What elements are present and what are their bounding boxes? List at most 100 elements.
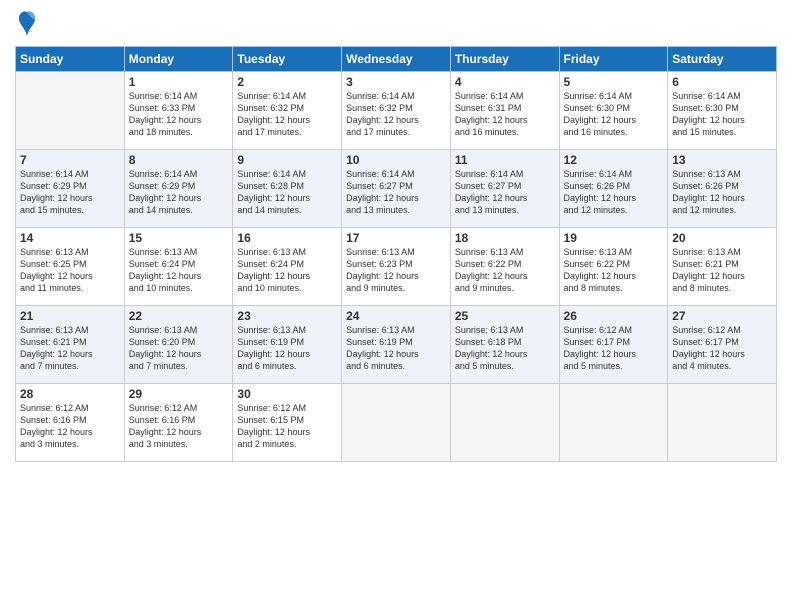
day-number: 17 <box>346 231 446 245</box>
calendar-cell <box>16 72 125 150</box>
day-number: 25 <box>455 309 555 323</box>
calendar-cell: 29Sunrise: 6:12 AM Sunset: 6:16 PM Dayli… <box>124 384 233 462</box>
day-info: Sunrise: 6:14 AM Sunset: 6:27 PM Dayligh… <box>455 168 555 217</box>
day-number: 1 <box>129 75 229 89</box>
calendar-cell: 21Sunrise: 6:13 AM Sunset: 6:21 PM Dayli… <box>16 306 125 384</box>
calendar-cell: 5Sunrise: 6:14 AM Sunset: 6:30 PM Daylig… <box>559 72 668 150</box>
calendar-cell: 25Sunrise: 6:13 AM Sunset: 6:18 PM Dayli… <box>450 306 559 384</box>
calendar-cell: 28Sunrise: 6:12 AM Sunset: 6:16 PM Dayli… <box>16 384 125 462</box>
week-row-1: 1Sunrise: 6:14 AM Sunset: 6:33 PM Daylig… <box>16 72 777 150</box>
calendar-cell: 30Sunrise: 6:12 AM Sunset: 6:15 PM Dayli… <box>233 384 342 462</box>
day-number: 4 <box>455 75 555 89</box>
calendar-cell <box>342 384 451 462</box>
calendar-cell: 24Sunrise: 6:13 AM Sunset: 6:19 PM Dayli… <box>342 306 451 384</box>
calendar-cell: 26Sunrise: 6:12 AM Sunset: 6:17 PM Dayli… <box>559 306 668 384</box>
day-number: 19 <box>564 231 664 245</box>
day-info: Sunrise: 6:13 AM Sunset: 6:23 PM Dayligh… <box>346 246 446 295</box>
calendar-cell: 27Sunrise: 6:12 AM Sunset: 6:17 PM Dayli… <box>668 306 777 384</box>
calendar-cell: 6Sunrise: 6:14 AM Sunset: 6:30 PM Daylig… <box>668 72 777 150</box>
day-info: Sunrise: 6:14 AM Sunset: 6:29 PM Dayligh… <box>20 168 120 217</box>
day-header-saturday: Saturday <box>668 47 777 72</box>
day-number: 9 <box>237 153 337 167</box>
day-info: Sunrise: 6:13 AM Sunset: 6:22 PM Dayligh… <box>455 246 555 295</box>
day-info: Sunrise: 6:14 AM Sunset: 6:32 PM Dayligh… <box>346 90 446 139</box>
day-number: 7 <box>20 153 120 167</box>
day-number: 26 <box>564 309 664 323</box>
day-info: Sunrise: 6:14 AM Sunset: 6:28 PM Dayligh… <box>237 168 337 217</box>
day-info: Sunrise: 6:14 AM Sunset: 6:26 PM Dayligh… <box>564 168 664 217</box>
day-number: 27 <box>672 309 772 323</box>
day-info: Sunrise: 6:13 AM Sunset: 6:26 PM Dayligh… <box>672 168 772 217</box>
calendar-cell: 15Sunrise: 6:13 AM Sunset: 6:24 PM Dayli… <box>124 228 233 306</box>
calendar-cell <box>668 384 777 462</box>
day-number: 15 <box>129 231 229 245</box>
day-info: Sunrise: 6:12 AM Sunset: 6:17 PM Dayligh… <box>672 324 772 373</box>
day-info: Sunrise: 6:12 AM Sunset: 6:16 PM Dayligh… <box>129 402 229 451</box>
day-info: Sunrise: 6:13 AM Sunset: 6:22 PM Dayligh… <box>564 246 664 295</box>
day-number: 3 <box>346 75 446 89</box>
day-info: Sunrise: 6:13 AM Sunset: 6:21 PM Dayligh… <box>672 246 772 295</box>
calendar-cell: 18Sunrise: 6:13 AM Sunset: 6:22 PM Dayli… <box>450 228 559 306</box>
day-number: 20 <box>672 231 772 245</box>
day-header-sunday: Sunday <box>16 47 125 72</box>
day-number: 10 <box>346 153 446 167</box>
day-info: Sunrise: 6:14 AM Sunset: 6:30 PM Dayligh… <box>564 90 664 139</box>
day-info: Sunrise: 6:14 AM Sunset: 6:32 PM Dayligh… <box>237 90 337 139</box>
day-info: Sunrise: 6:12 AM Sunset: 6:15 PM Dayligh… <box>237 402 337 451</box>
calendar-cell: 8Sunrise: 6:14 AM Sunset: 6:29 PM Daylig… <box>124 150 233 228</box>
day-header-thursday: Thursday <box>450 47 559 72</box>
day-info: Sunrise: 6:14 AM Sunset: 6:31 PM Dayligh… <box>455 90 555 139</box>
logo-bird-icon <box>17 10 37 38</box>
calendar-cell: 10Sunrise: 6:14 AM Sunset: 6:27 PM Dayli… <box>342 150 451 228</box>
day-number: 11 <box>455 153 555 167</box>
calendar-cell: 4Sunrise: 6:14 AM Sunset: 6:31 PM Daylig… <box>450 72 559 150</box>
day-number: 23 <box>237 309 337 323</box>
day-info: Sunrise: 6:13 AM Sunset: 6:25 PM Dayligh… <box>20 246 120 295</box>
day-number: 5 <box>564 75 664 89</box>
week-row-2: 7Sunrise: 6:14 AM Sunset: 6:29 PM Daylig… <box>16 150 777 228</box>
calendar-cell: 11Sunrise: 6:14 AM Sunset: 6:27 PM Dayli… <box>450 150 559 228</box>
calendar-cell: 16Sunrise: 6:13 AM Sunset: 6:24 PM Dayli… <box>233 228 342 306</box>
day-info: Sunrise: 6:13 AM Sunset: 6:24 PM Dayligh… <box>237 246 337 295</box>
day-number: 6 <box>672 75 772 89</box>
day-info: Sunrise: 6:13 AM Sunset: 6:20 PM Dayligh… <box>129 324 229 373</box>
header-row: SundayMondayTuesdayWednesdayThursdayFrid… <box>16 47 777 72</box>
calendar-cell: 2Sunrise: 6:14 AM Sunset: 6:32 PM Daylig… <box>233 72 342 150</box>
calendar-cell: 22Sunrise: 6:13 AM Sunset: 6:20 PM Dayli… <box>124 306 233 384</box>
day-number: 13 <box>672 153 772 167</box>
calendar-cell: 17Sunrise: 6:13 AM Sunset: 6:23 PM Dayli… <box>342 228 451 306</box>
day-header-monday: Monday <box>124 47 233 72</box>
day-info: Sunrise: 6:13 AM Sunset: 6:19 PM Dayligh… <box>346 324 446 373</box>
calendar-cell: 9Sunrise: 6:14 AM Sunset: 6:28 PM Daylig… <box>233 150 342 228</box>
day-number: 16 <box>237 231 337 245</box>
calendar-cell <box>559 384 668 462</box>
week-row-3: 14Sunrise: 6:13 AM Sunset: 6:25 PM Dayli… <box>16 228 777 306</box>
calendar-cell <box>450 384 559 462</box>
day-info: Sunrise: 6:12 AM Sunset: 6:17 PM Dayligh… <box>564 324 664 373</box>
day-header-tuesday: Tuesday <box>233 47 342 72</box>
day-number: 24 <box>346 309 446 323</box>
calendar-table: SundayMondayTuesdayWednesdayThursdayFrid… <box>15 46 777 462</box>
calendar-cell: 13Sunrise: 6:13 AM Sunset: 6:26 PM Dayli… <box>668 150 777 228</box>
calendar-cell: 20Sunrise: 6:13 AM Sunset: 6:21 PM Dayli… <box>668 228 777 306</box>
calendar-cell: 12Sunrise: 6:14 AM Sunset: 6:26 PM Dayli… <box>559 150 668 228</box>
day-number: 28 <box>20 387 120 401</box>
calendar-cell: 3Sunrise: 6:14 AM Sunset: 6:32 PM Daylig… <box>342 72 451 150</box>
day-info: Sunrise: 6:13 AM Sunset: 6:24 PM Dayligh… <box>129 246 229 295</box>
day-number: 14 <box>20 231 120 245</box>
calendar-cell: 7Sunrise: 6:14 AM Sunset: 6:29 PM Daylig… <box>16 150 125 228</box>
day-info: Sunrise: 6:14 AM Sunset: 6:33 PM Dayligh… <box>129 90 229 139</box>
day-header-friday: Friday <box>559 47 668 72</box>
calendar-cell: 23Sunrise: 6:13 AM Sunset: 6:19 PM Dayli… <box>233 306 342 384</box>
day-number: 12 <box>564 153 664 167</box>
day-info: Sunrise: 6:13 AM Sunset: 6:21 PM Dayligh… <box>20 324 120 373</box>
week-row-5: 28 Sunrise: 6:12 AM Sunset: 6:16 PM Dayli… <box>16 384 777 462</box>
day-number: 8 <box>129 153 229 167</box>
calendar-cell: 19Sunrise: 6:13 AM Sunset: 6:22 PM Dayli… <box>559 228 668 306</box>
day-info: Sunrise: 6:14 AM Sunset: 6:30 PM Dayligh… <box>672 90 772 139</box>
week-row-4: 21Sunrise: 6:13 AM Sunset: 6:21 PM Dayli… <box>16 306 777 384</box>
day-number: 22 <box>129 309 229 323</box>
page: SundayMondayTuesdayWednesdayThursdayFrid… <box>0 0 792 612</box>
day-number: 29 <box>129 387 229 401</box>
day-info: Sunrise: 6:13 AM Sunset: 6:19 PM Dayligh… <box>237 324 337 373</box>
